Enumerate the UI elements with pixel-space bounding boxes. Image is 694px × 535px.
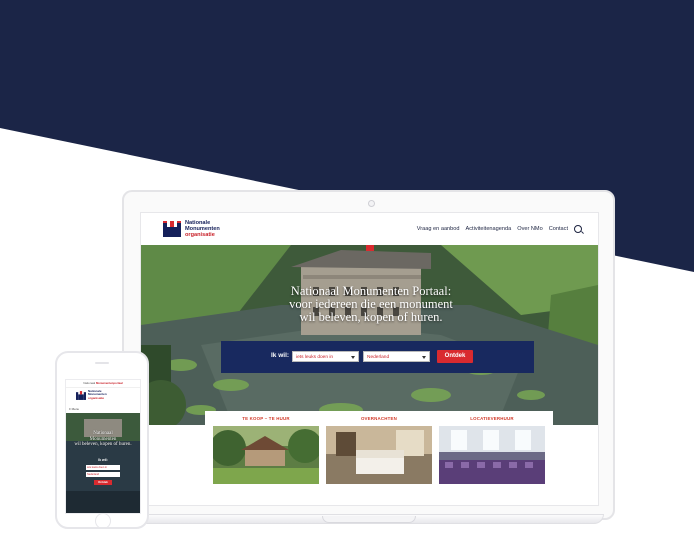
nav-over-nmo[interactable]: Over NMo <box>517 226 543 234</box>
region-select-value: Nederland <box>367 355 390 360</box>
card-image-house <box>213 426 319 484</box>
search-panel: Ik wil: iets leuks doen in Nederland Ont… <box>221 341 534 373</box>
phone-hero: Nationaal Monumenten wil beleven, kopen … <box>66 413 140 513</box>
castle-logo-icon[interactable] <box>163 221 181 237</box>
phone-topbar: Nationaal Monumentenportaal <box>66 380 140 388</box>
card-image-venue <box>439 426 545 484</box>
phone-search-label: Ik wil: <box>98 458 108 462</box>
phone-hero-title: Nationaal Monumenten wil beleven, kopen … <box>66 431 140 448</box>
search-icon[interactable] <box>574 225 582 233</box>
phone-hero-title-line-3: wil beleven, kopen of huren. <box>74 442 132 448</box>
nav-vraag-en-aanbod[interactable]: Vraag en aanbod <box>417 226 460 234</box>
laptop-notch <box>322 516 416 523</box>
phone-activity-select[interactable]: iets leuks doen in <box>86 465 120 470</box>
discover-button[interactable]: Ontdek <box>437 350 473 363</box>
speaker-icon <box>95 362 109 364</box>
activity-select-value: iets leuks doen in <box>296 355 334 360</box>
search-label: Ik wil: <box>271 352 290 359</box>
chevron-down-icon <box>351 356 355 359</box>
castle-logo-icon[interactable] <box>76 391 86 400</box>
nav-activiteitenagenda[interactable]: Activiteitenagenda <box>466 226 512 234</box>
card-title: LOCATIEVERHUUR <box>470 416 514 421</box>
hero-section: Nationaal Monumenten Portaal: voor ieder… <box>141 245 598 425</box>
phone-topbar-brand: Monumentenportaal <box>95 381 123 385</box>
logo-line-3: organisatie <box>185 232 215 238</box>
phone-logo-line-3: organisatie <box>88 395 105 400</box>
hero-title: Nationaal Monumenten Portaal: voor ieder… <box>231 285 511 324</box>
laptop-frame: Nationale Monumenten organisatie Vraag e… <box>122 190 615 520</box>
phone-logo-text[interactable]: Nationale Monumenten organisatie <box>88 389 107 400</box>
phone-menu-button[interactable]: ≡ Menu <box>69 407 79 411</box>
home-button-icon <box>95 513 111 529</box>
phone-discover-button[interactable]: Ontdek <box>94 480 112 485</box>
nav-contact[interactable]: Contact <box>549 226 568 234</box>
camera-icon <box>368 200 375 207</box>
main-nav: Vraag en aanbod Activiteitenagenda Over … <box>417 225 582 234</box>
phone-hero-image <box>66 413 140 513</box>
laptop-screen: Nationale Monumenten organisatie Vraag e… <box>140 212 599 506</box>
region-select[interactable]: Nederland <box>363 351 430 362</box>
phone-region-select[interactable]: Nederland <box>86 472 120 477</box>
category-cards: TE KOOP – TE HUUR OVERNACHTEN LOCATIEVER… <box>205 411 553 505</box>
card-image-bedroom <box>326 426 432 484</box>
site-header: Nationale Monumenten organisatie Vraag e… <box>141 213 598 246</box>
chevron-down-icon <box>422 356 426 359</box>
activity-select[interactable]: iets leuks doen in <box>292 351 359 362</box>
hero-title-line-3: wil beleven, kopen of huren. <box>299 310 443 324</box>
phone-screen: Nationaal Monumentenportaal Nationale Mo… <box>65 379 141 514</box>
hero-image <box>141 245 598 425</box>
card-title: OVERNACHTEN <box>360 416 398 421</box>
logo-text[interactable]: Nationale Monumenten organisatie <box>185 220 220 238</box>
phone-frame: Nationaal Monumentenportaal Nationale Mo… <box>55 351 149 529</box>
card-title: TE KOOP – TE HUUR <box>242 416 290 421</box>
phone-topbar-prefix: Nationaal <box>83 381 96 385</box>
